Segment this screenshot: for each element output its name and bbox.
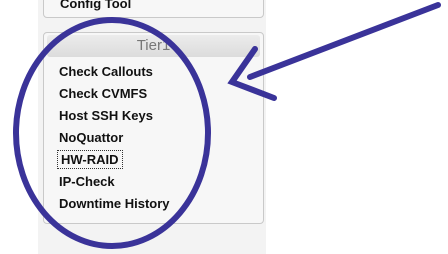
tier1-menu: Check Callouts Check CVMFS Host SSH Keys… [44, 61, 263, 215]
menu-item-label: Check CVMFS [59, 86, 148, 101]
menu-item-label: Check Callouts [59, 64, 153, 79]
menu-item-hw-raid[interactable]: HW-RAID [44, 149, 263, 171]
panel-title: Tier1 [47, 35, 260, 57]
menu-item-label: NoQuattor [59, 130, 124, 145]
previous-panel: Config Tool [43, 0, 264, 18]
menu-item-label: HW-RAID [57, 150, 123, 169]
menu-item-label: Host SSH Keys [59, 108, 153, 123]
menu-item-label: Downtime History [59, 196, 170, 211]
menu-item-downtime-history[interactable]: Downtime History [44, 193, 263, 215]
menu-item-check-cvmfs[interactable]: Check CVMFS [44, 83, 263, 105]
screenshot-stage: Config Tool Tier1 Check Callouts Check C… [0, 0, 448, 254]
menu-item-host-ssh-keys[interactable]: Host SSH Keys [44, 105, 263, 127]
menu-item-label: IP-Check [59, 174, 115, 189]
arrow-shaft [247, 2, 441, 80]
previous-panel-link[interactable]: Config Tool [60, 0, 131, 11]
menu-item-check-callouts[interactable]: Check Callouts [44, 61, 263, 83]
menu-item-ip-check[interactable]: IP-Check [44, 171, 263, 193]
tier1-panel: Tier1 Check Callouts Check CVMFS Host SS… [43, 32, 264, 224]
menu-item-noquattor[interactable]: NoQuattor [44, 127, 263, 149]
